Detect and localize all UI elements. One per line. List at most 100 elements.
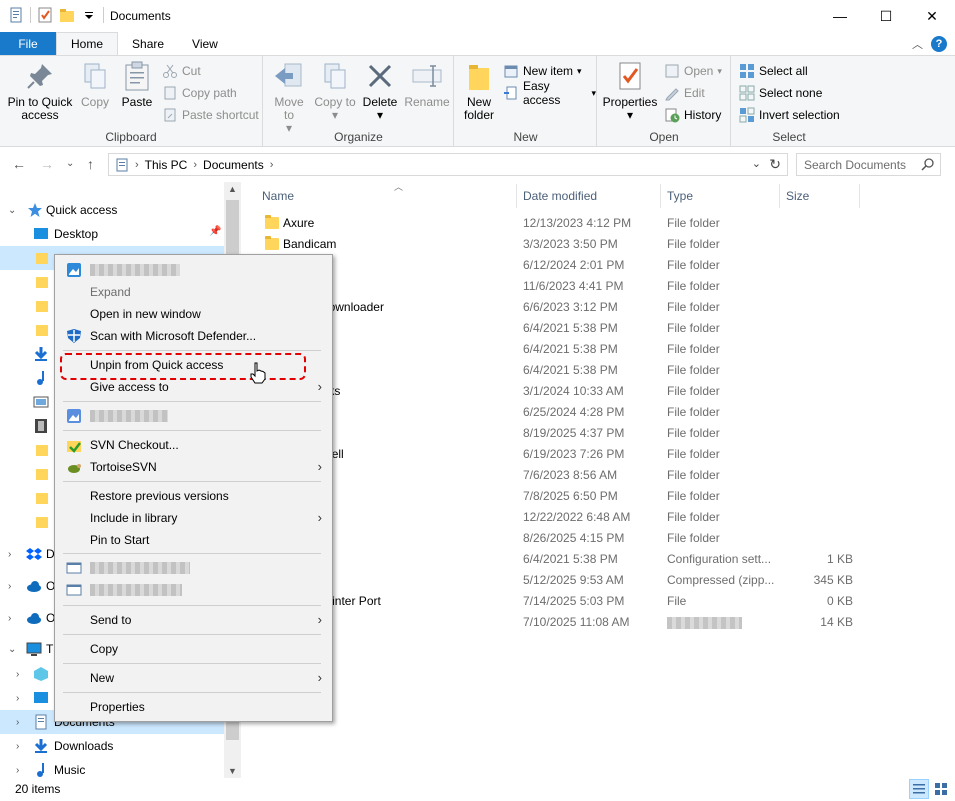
file-row[interactable]: Notebooks3/1/2024 10:33 AMFile folder [244,381,955,402]
copy-to-button[interactable]: Copy to ▾ [314,60,356,122]
scroll-up-icon[interactable]: ▲ [228,184,237,194]
breadcrumb-separator[interactable]: › [193,159,197,171]
column-header-size[interactable]: Size [780,184,860,208]
column-header-type[interactable]: Type [661,184,780,208]
expand-chevron-icon[interactable]: › [8,581,11,592]
nav-desktop[interactable]: Desktop 📌 [0,222,224,246]
menu-item-open[interactable] [57,259,330,281]
file-row[interactable]: Bandicam 3/3/2023 3:50 PM File folder [244,234,955,255]
file-row[interactable]: uTube Downloader 6/6/2023 3:12 PM File fol… [244,297,955,318]
paste-shortcut-button[interactable]: Paste shortcut [162,105,259,125]
menu-item-include-library[interactable]: Include in library › [57,507,330,529]
customize-toolbar-dropdown-icon[interactable] [81,7,97,23]
expand-chevron-icon[interactable]: › [16,669,19,680]
file-row[interactable]: 7/10/2025 11:08 AM 14 KB [244,612,955,633]
expand-chevron-icon[interactable]: › [16,693,19,704]
properties-button[interactable]: Properties ▾ [602,60,658,122]
file-row[interactable]: 6/12/2024 2:01 PM File folder [244,255,955,276]
rename-button[interactable]: Rename [404,60,450,109]
menu-item-tortoisesvn[interactable]: TortoiseSVN › [57,456,330,478]
nav-quick-access[interactable]: ⌄ Quick access [0,198,224,222]
file-row[interactable]: 6/4/2021 5:38 PM Configuration sett... 1 K… [244,549,955,570]
invert-selection-button[interactable]: Invert selection [739,105,840,125]
easy-access-button[interactable]: Easy access ▾ [503,79,596,107]
menu-item-new[interactable]: New › [57,667,330,689]
nav-downloads[interactable]: › Downloads [0,734,224,758]
file-row[interactable]: 7/8/2025 6:50 PM File folder [244,486,955,507]
address-bar[interactable]: › This PC › Documents › ⌄ ↻ [108,153,788,176]
expand-chevron-icon[interactable]: › [8,613,11,624]
scroll-down-icon[interactable]: ▼ [228,766,237,776]
menu-item-open-new-window[interactable]: Open in new window [57,303,330,325]
menu-item-blurred[interactable] [57,579,330,601]
breadcrumb-separator[interactable]: › [270,159,274,171]
menu-item-expand[interactable]: Expand [57,281,330,303]
file-row[interactable]: Virtual Printer Port7/14/2025 5:03 PMFil… [244,591,955,612]
close-button[interactable]: ✕ [909,0,955,32]
address-dropdown-icon[interactable]: ⌄ [752,157,761,170]
menu-item-pin-start[interactable]: Pin to Start [57,529,330,551]
history-button[interactable]: History [664,105,721,125]
menu-item-properties[interactable]: Properties [57,696,330,718]
large-icons-view-button[interactable] [931,779,951,799]
file-row[interactable]: Files6/25/2024 4:28 PMFile folder [244,402,955,423]
forward-arrow-icon[interactable]: → [40,156,54,172]
menu-item-blurred[interactable] [57,405,330,427]
file-row[interactable]: s6/4/2021 5:38 PMFile folder [244,360,955,381]
new-folder-button[interactable]: New folder [459,60,499,122]
menu-item-svn-checkout[interactable]: SVN Checkout... [57,434,330,456]
explorer-properties-icon[interactable] [8,7,24,23]
menu-item-blurred[interactable] [57,557,330,579]
move-to-button[interactable]: Move to ▾ [268,60,310,135]
collapse-chevron-icon[interactable]: ⌄ [8,644,16,655]
file-row[interactable]: es6/4/2021 5:38 PMFile folder [244,339,955,360]
tab-view[interactable]: View [178,32,232,55]
file-row[interactable]: 12/22/2022 6:48 AM File folder [244,507,955,528]
edit-button[interactable]: Edit [664,83,705,103]
open-button[interactable]: Open ▾ [664,61,722,81]
file-row[interactable]: ud Files7/6/2023 8:56 AMFile folder [244,465,955,486]
paste-button[interactable]: Paste [118,60,156,109]
expand-chevron-icon[interactable]: › [16,717,19,728]
select-none-button[interactable]: Select none [739,83,822,103]
file-row[interactable]: 5/12/2025 9:53 AM Compressed (zipp... 345 … [244,570,955,591]
new-item-button[interactable]: New item ▾ [503,61,582,81]
details-view-button[interactable] [909,779,929,799]
file-row[interactable]: 8/26/2025 4:15 PM File folder [244,528,955,549]
breadcrumb-documents[interactable]: Documents [203,158,264,172]
file-row[interactable]: PowerShell6/19/2023 7:26 PMFile folder [244,444,955,465]
recent-locations-chevron-icon[interactable]: ⌄ [66,158,74,169]
menu-item-copy[interactable]: Copy [57,638,330,660]
cut-button[interactable]: Cut [162,61,201,81]
minimize-ribbon-icon[interactable]: ︿ [912,36,923,52]
column-header-date[interactable]: Date modified [517,184,661,208]
back-arrow-icon[interactable]: ← [12,156,26,172]
menu-item-scan-defender[interactable]: Scan with Microsoft Defender... [57,325,330,347]
properties-check-icon[interactable] [37,7,53,23]
expand-chevron-icon[interactable]: › [8,549,11,560]
expand-chevron-icon[interactable]: › [16,765,19,776]
search-input[interactable]: Search Documents [796,153,941,176]
select-all-button[interactable]: Select all [739,61,808,81]
file-row[interactable]: 6/4/2021 5:38 PM File folder [244,318,955,339]
file-row[interactable]: Files8/19/2025 4:37 PMFile folder [244,423,955,444]
tab-share[interactable]: Share [118,32,178,55]
new-folder-icon[interactable] [59,7,75,23]
minimize-button[interactable]: — [817,0,863,32]
file-row[interactable]: 11/6/2023 4:41 PM File folder [244,276,955,297]
maximize-button[interactable]: ☐ [863,0,909,32]
menu-item-restore-versions[interactable]: Restore previous versions [57,485,330,507]
file-row[interactable]: Axure 12/13/2023 4:12 PM File folder [244,213,955,234]
column-header-name[interactable]: Name ︿ [256,182,517,208]
menu-item-send-to[interactable]: Send to › [57,609,330,631]
delete-button[interactable]: Delete ▾ [360,60,400,122]
refresh-icon[interactable]: ↻ [769,156,781,173]
tab-file[interactable]: File [0,32,56,55]
pin-to-quick-access-button[interactable]: Pin to Quick access [4,60,76,122]
up-arrow-icon[interactable]: ↑ [87,156,94,172]
breadcrumb-this-pc[interactable]: This PC [145,158,188,172]
collapse-chevron-icon[interactable]: ⌄ [8,205,16,216]
expand-chevron-icon[interactable]: › [16,741,19,752]
copy-path-button[interactable]: Copy path [162,83,237,103]
tab-home[interactable]: Home [56,32,119,55]
